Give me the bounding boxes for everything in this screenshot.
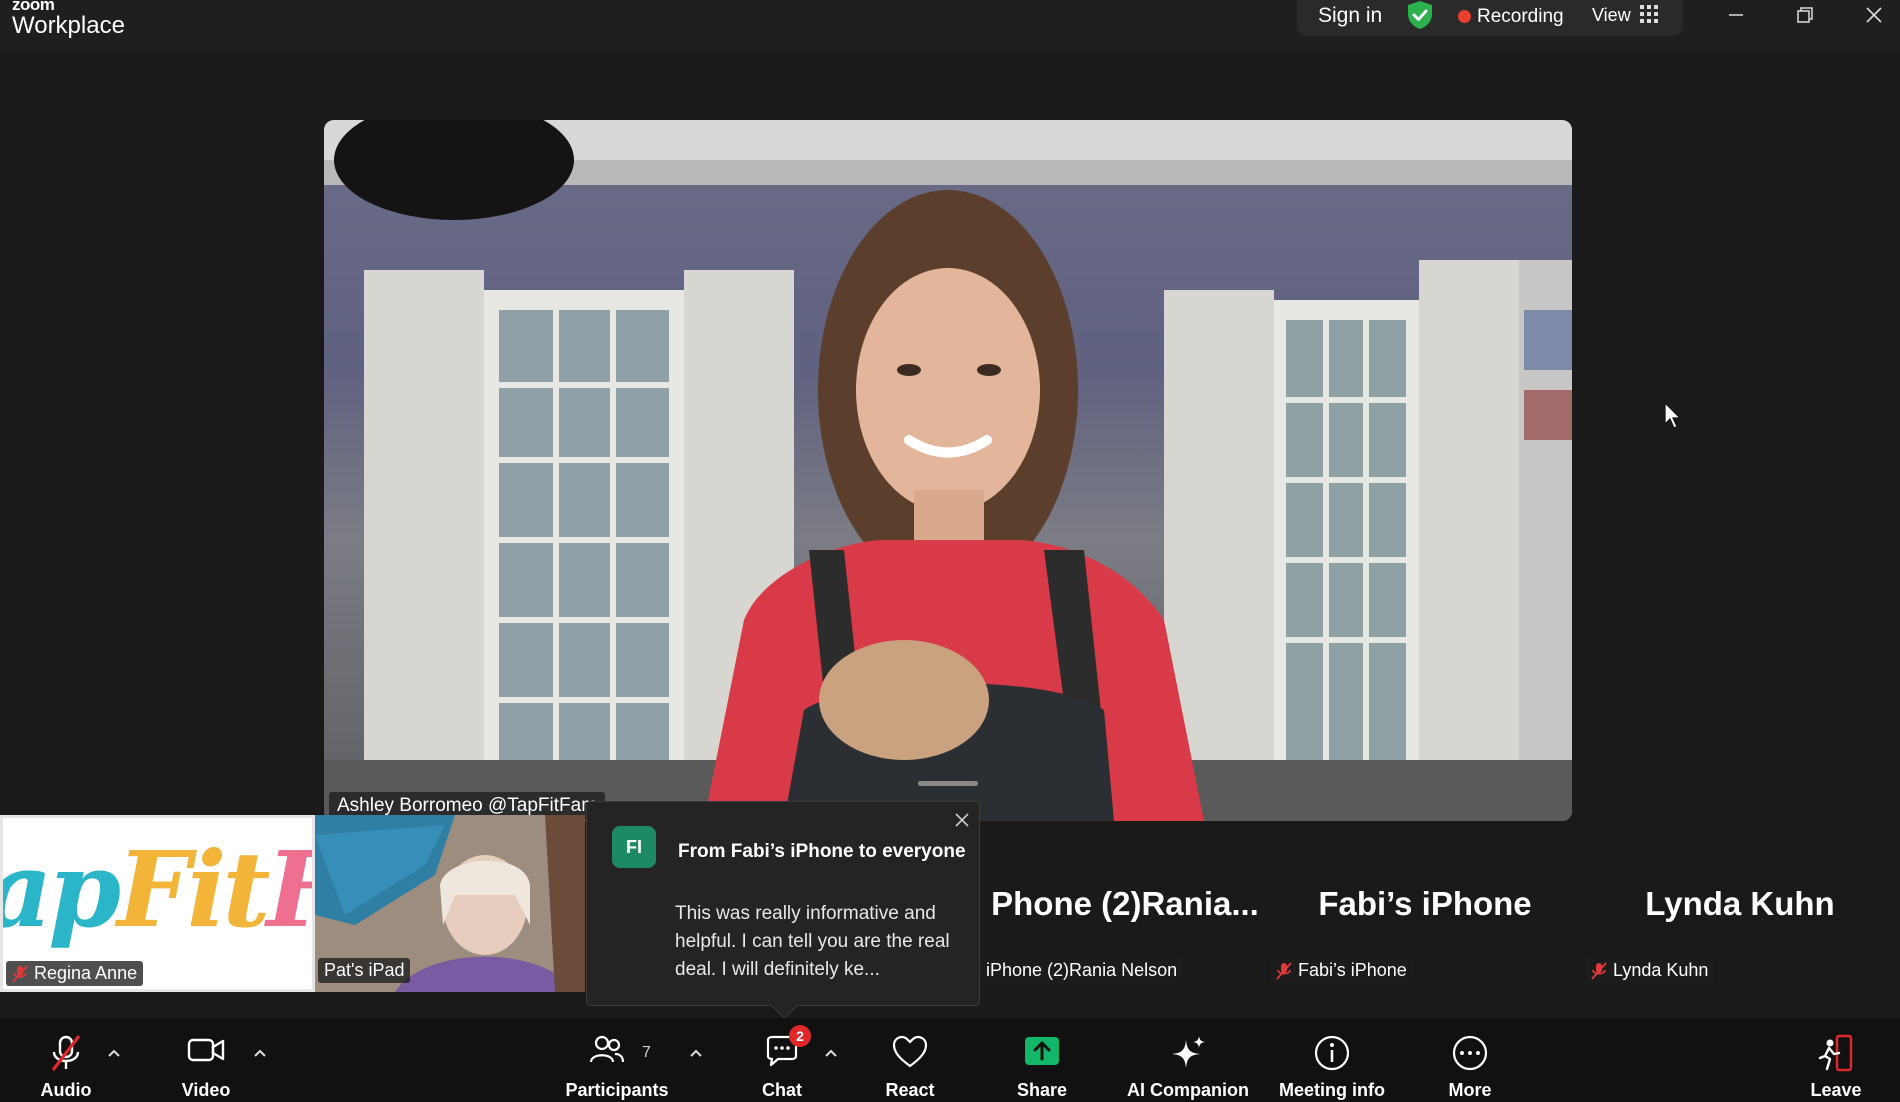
chat-notification-message: This was really informative and helpful.… <box>675 903 950 980</box>
minimize-icon <box>1729 14 1743 16</box>
mic-muted-icon <box>1591 961 1607 980</box>
close-icon <box>1866 7 1882 23</box>
restore-icon <box>1797 7 1813 23</box>
participant-tile-pats-ipad[interactable]: Pat's iPad <box>315 815 585 992</box>
recording-status[interactable]: Recording <box>1477 6 1564 28</box>
participant-tile-rania[interactable]: Phone (2)Rania... iPhone (2)Rania Nelson <box>980 815 1270 992</box>
chat-button[interactable]: 2 Chat <box>742 1018 822 1102</box>
view-button[interactable]: View <box>1592 5 1631 26</box>
participants-icon <box>589 1035 625 1063</box>
info-icon <box>1314 1035 1350 1071</box>
meeting-toolbar: Audio Video 7 Participants 2 Chat React … <box>0 1018 1900 1102</box>
chevron-up-icon[interactable] <box>107 1048 121 1058</box>
ai-companion-label: AI Companion <box>1127 1080 1249 1100</box>
participant-name-tag: Fabi’s iPhone <box>1270 958 1413 983</box>
mouse-cursor-icon <box>1664 402 1682 429</box>
leave-button[interactable]: Leave <box>1796 1018 1876 1102</box>
react-button[interactable]: React <box>870 1018 950 1102</box>
brand-workplace: Workplace <box>12 12 125 39</box>
speaker-video-frame <box>324 120 1572 821</box>
video-camera-icon <box>187 1038 225 1062</box>
ai-companion-button[interactable]: AI Companion <box>1120 1018 1256 1102</box>
participant-tile-lynda[interactable]: Lynda Kuhn Lynda Kuhn <box>1585 815 1895 992</box>
mic-muted-icon <box>12 964 28 983</box>
chat-unread-badge: 2 <box>789 1025 811 1047</box>
meeting-info-button[interactable]: Meeting info <box>1270 1018 1394 1102</box>
participant-display-name: Phone (2)Rania... <box>991 885 1259 922</box>
leave-label: Leave <box>1810 1080 1862 1100</box>
share-button[interactable]: Share <box>1002 1018 1082 1102</box>
more-button[interactable]: More <box>1430 1018 1510 1102</box>
chat-label: Chat <box>762 1080 802 1100</box>
participant-name-tag: Pat's iPad <box>318 958 411 983</box>
sign-in-button[interactable]: Sign in <box>1318 4 1382 28</box>
chat-notification-title: From Fabi’s iPhone to everyone <box>678 841 966 862</box>
meeting-info-label: Meeting info <box>1279 1080 1385 1100</box>
audio-button[interactable]: Audio <box>26 1018 106 1102</box>
participant-name-tag: Regina Anne <box>6 961 144 986</box>
leave-icon <box>1818 1034 1853 1072</box>
share-screen-icon <box>1025 1037 1059 1065</box>
speaker-video[interactable]: Ashley Borromeo @TapFitFam <box>324 120 1572 821</box>
audio-label: Audio <box>40 1080 92 1100</box>
recording-dot-icon <box>1458 10 1471 23</box>
tapfitfam-logo: apFitFa <box>3 828 312 951</box>
participant-display-name: Fabi’s iPhone <box>1318 885 1532 922</box>
app-logo: zoom Workplace <box>12 0 125 38</box>
participant-name-tag: iPhone (2)Rania Nelson <box>980 958 1184 983</box>
participant-tile-regina[interactable]: apFitFa Regina Anne <box>0 815 315 992</box>
heart-icon <box>892 1035 928 1068</box>
resize-handle[interactable] <box>918 781 978 786</box>
participant-display-name: Lynda Kuhn <box>1645 885 1835 922</box>
restore-button[interactable] <box>1780 0 1830 30</box>
close-icon[interactable] <box>953 811 971 829</box>
mic-muted-icon <box>1276 961 1292 980</box>
participant-name: Fabi’s iPhone <box>1298 960 1407 980</box>
mic-muted-icon <box>51 1035 81 1071</box>
participant-name: Regina Anne <box>34 963 138 983</box>
close-window-button[interactable] <box>1849 0 1899 30</box>
participant-name: Lynda Kuhn <box>1613 960 1709 980</box>
participants-button[interactable]: 7 Participants <box>558 1018 676 1102</box>
minimize-button[interactable] <box>1711 0 1761 30</box>
more-icon <box>1452 1035 1488 1071</box>
participant-name-tag: Lynda Kuhn <box>1585 958 1715 983</box>
chevron-up-icon[interactable] <box>689 1048 703 1058</box>
title-bar: zoom Workplace Sign in Recording View <box>0 0 1900 50</box>
shield-check-icon[interactable] <box>1406 0 1434 30</box>
participants-label: Participants <box>565 1080 669 1100</box>
share-label: Share <box>1016 1080 1068 1100</box>
chevron-up-icon[interactable] <box>253 1048 267 1058</box>
avatar: FI <box>612 826 656 868</box>
grid-icon[interactable] <box>1640 5 1658 23</box>
sparkle-icon <box>1172 1036 1205 1068</box>
chat-notification[interactable]: FI From Fabi’s iPhone to everyone This w… <box>586 801 980 1006</box>
participant-tile-fabi[interactable]: Fabi’s iPhone Fabi’s iPhone <box>1270 815 1580 992</box>
react-label: React <box>885 1080 935 1100</box>
video-label: Video <box>181 1080 231 1100</box>
video-button[interactable]: Video <box>166 1018 246 1102</box>
more-label: More <box>1448 1080 1492 1100</box>
participants-count: 7 <box>642 1044 651 1061</box>
chevron-up-icon[interactable] <box>824 1048 838 1058</box>
